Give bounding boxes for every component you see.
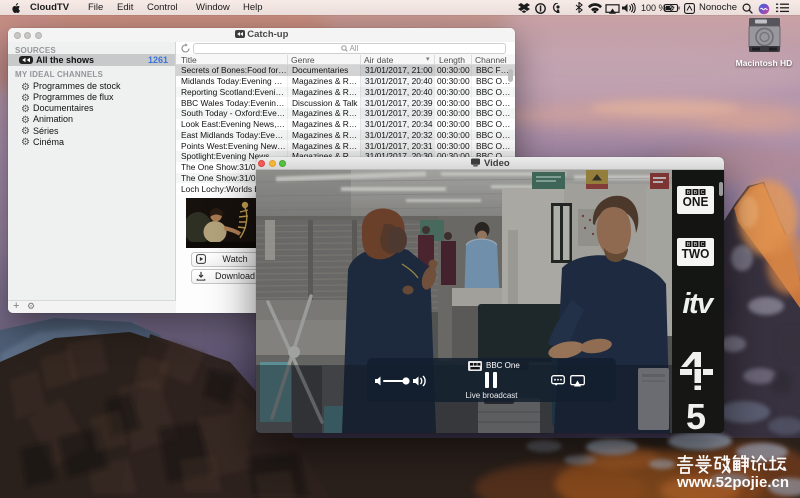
svg-text:5: 5 [686, 396, 706, 433]
